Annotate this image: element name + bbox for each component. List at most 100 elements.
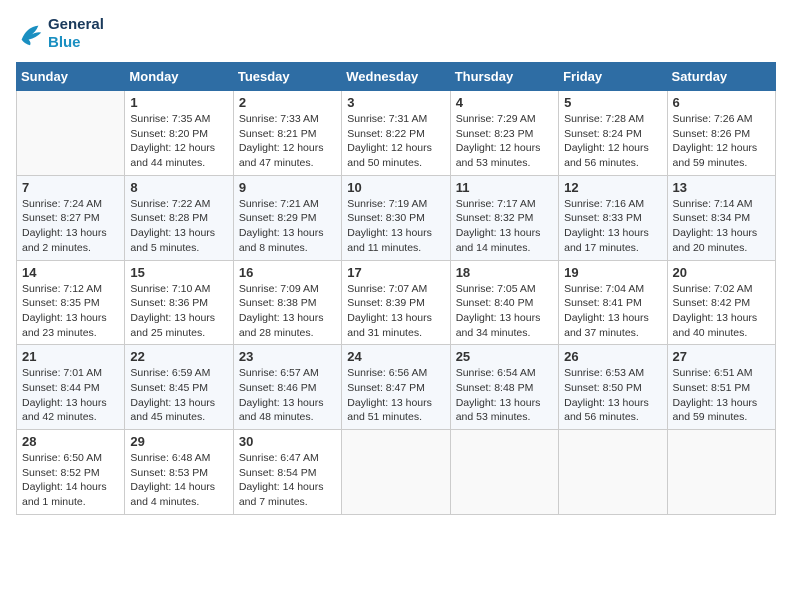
day-number: 3	[347, 95, 444, 110]
calendar-cell	[450, 430, 558, 515]
calendar-cell: 19 Sunrise: 7:04 AM Sunset: 8:41 PM Dayli…	[559, 260, 667, 345]
column-header-saturday: Saturday	[667, 63, 775, 91]
calendar-cell: 1 Sunrise: 7:35 AM Sunset: 8:20 PM Daylig…	[125, 91, 233, 176]
calendar-cell	[667, 430, 775, 515]
day-info: Sunrise: 6:48 AM Sunset: 8:53 PM Dayligh…	[130, 451, 227, 510]
column-header-thursday: Thursday	[450, 63, 558, 91]
day-number: 28	[22, 434, 119, 449]
calendar-cell: 6Sunrise: 7:26 AM Sunset: 8:26 PM Daylig…	[667, 91, 775, 176]
calendar-cell: 22Sunrise: 6:59 AM Sunset: 8:45 PM Dayli…	[125, 345, 233, 430]
calendar-cell: 17 Sunrise: 7:07 AM Sunset: 8:39 PM Dayli…	[342, 260, 450, 345]
day-info: Sunrise: 7:16 AM Sunset: 8:33 PM Dayligh…	[564, 197, 661, 256]
column-header-wednesday: Wednesday	[342, 63, 450, 91]
day-info: Sunrise: 7:04 AM Sunset: 8:41 PM Dayligh…	[564, 282, 661, 341]
day-number: 15	[130, 265, 227, 280]
calendar-cell: 30 Sunrise: 6:47 AM Sunset: 8:54 PM Dayli…	[233, 430, 341, 515]
day-info: Sunrise: 7:35 AM Sunset: 8:20 PM Dayligh…	[130, 112, 227, 171]
day-info: Sunrise: 6:57 AM Sunset: 8:46 PM Dayligh…	[239, 366, 336, 425]
calendar-cell: 7 Sunrise: 7:24 AM Sunset: 8:27 PM Daylig…	[17, 175, 125, 260]
day-info: Sunrise: 6:53 AM Sunset: 8:50 PM Dayligh…	[564, 366, 661, 425]
calendar-cell: 15 Sunrise: 7:10 AM Sunset: 8:36 PM Dayli…	[125, 260, 233, 345]
day-number: 27	[673, 349, 770, 364]
day-info: Sunrise: 7:05 AM Sunset: 8:40 PM Dayligh…	[456, 282, 553, 341]
day-number: 30	[239, 434, 336, 449]
calendar-cell: 9 Sunrise: 7:21 AM Sunset: 8:29 PM Daylig…	[233, 175, 341, 260]
day-info: Sunrise: 7:29 AM Sunset: 8:23 PM Dayligh…	[456, 112, 553, 171]
day-info: Sunrise: 7:12 AM Sunset: 8:35 PM Dayligh…	[22, 282, 119, 341]
day-number: 11	[456, 180, 553, 195]
day-number: 26	[564, 349, 661, 364]
day-number: 1	[130, 95, 227, 110]
day-number: 7	[22, 180, 119, 195]
day-info: Sunrise: 7:19 AM Sunset: 8:30 PM Dayligh…	[347, 197, 444, 256]
calendar-cell	[342, 430, 450, 515]
calendar-cell	[17, 91, 125, 176]
day-number: 20	[673, 265, 770, 280]
calendar-cell: 29 Sunrise: 6:48 AM Sunset: 8:53 PM Dayli…	[125, 430, 233, 515]
calendar-week-row: 21Sunrise: 7:01 AM Sunset: 8:44 PM Dayli…	[17, 345, 776, 430]
calendar-cell: 4 Sunrise: 7:29 AM Sunset: 8:23 PM Daylig…	[450, 91, 558, 176]
column-header-tuesday: Tuesday	[233, 63, 341, 91]
day-info: Sunrise: 6:54 AM Sunset: 8:48 PM Dayligh…	[456, 366, 553, 425]
page-header: General Blue	[16, 16, 776, 52]
calendar-cell: 14 Sunrise: 7:12 AM Sunset: 8:35 PM Dayli…	[17, 260, 125, 345]
day-number: 29	[130, 434, 227, 449]
calendar-cell: 12 Sunrise: 7:16 AM Sunset: 8:33 PM Dayli…	[559, 175, 667, 260]
day-number: 5	[564, 95, 661, 110]
day-number: 9	[239, 180, 336, 195]
calendar-cell: 27 Sunrise: 6:51 AM Sunset: 8:51 PM Dayli…	[667, 345, 775, 430]
calendar-week-row: 14 Sunrise: 7:12 AM Sunset: 8:35 PM Dayli…	[17, 260, 776, 345]
column-header-sunday: Sunday	[17, 63, 125, 91]
calendar-cell: 13 Sunrise: 7:14 AM Sunset: 8:34 PM Dayli…	[667, 175, 775, 260]
calendar-cell: 23 Sunrise: 6:57 AM Sunset: 8:46 PM Dayli…	[233, 345, 341, 430]
calendar-cell: 16Sunrise: 7:09 AM Sunset: 8:38 PM Dayli…	[233, 260, 341, 345]
day-number: 22	[130, 349, 227, 364]
calendar-cell: 10 Sunrise: 7:19 AM Sunset: 8:30 PM Dayli…	[342, 175, 450, 260]
calendar-week-row: 1 Sunrise: 7:35 AM Sunset: 8:20 PM Daylig…	[17, 91, 776, 176]
day-number: 8	[130, 180, 227, 195]
day-info: Sunrise: 7:24 AM Sunset: 8:27 PM Dayligh…	[22, 197, 119, 256]
calendar-cell: 25Sunrise: 6:54 AM Sunset: 8:48 PM Dayli…	[450, 345, 558, 430]
calendar-cell: 3 Sunrise: 7:31 AM Sunset: 8:22 PM Daylig…	[342, 91, 450, 176]
day-number: 23	[239, 349, 336, 364]
calendar-cell: 28Sunrise: 6:50 AM Sunset: 8:52 PM Dayli…	[17, 430, 125, 515]
day-info: Sunrise: 7:07 AM Sunset: 8:39 PM Dayligh…	[347, 282, 444, 341]
calendar-cell: 8 Sunrise: 7:22 AM Sunset: 8:28 PM Daylig…	[125, 175, 233, 260]
calendar-cell: 2Sunrise: 7:33 AM Sunset: 8:21 PM Daylig…	[233, 91, 341, 176]
calendar-cell: 26 Sunrise: 6:53 AM Sunset: 8:50 PM Dayli…	[559, 345, 667, 430]
calendar-cell: 18 Sunrise: 7:05 AM Sunset: 8:40 PM Dayli…	[450, 260, 558, 345]
day-number: 12	[564, 180, 661, 195]
logo-icon	[16, 20, 44, 48]
day-info: Sunrise: 7:14 AM Sunset: 8:34 PM Dayligh…	[673, 197, 770, 256]
column-header-friday: Friday	[559, 63, 667, 91]
calendar-cell: 21Sunrise: 7:01 AM Sunset: 8:44 PM Dayli…	[17, 345, 125, 430]
day-number: 10	[347, 180, 444, 195]
day-info: Sunrise: 6:47 AM Sunset: 8:54 PM Dayligh…	[239, 451, 336, 510]
logo: General Blue	[16, 16, 104, 52]
day-number: 19	[564, 265, 661, 280]
day-number: 14	[22, 265, 119, 280]
day-info: Sunrise: 7:10 AM Sunset: 8:36 PM Dayligh…	[130, 282, 227, 341]
day-info: Sunrise: 7:31 AM Sunset: 8:22 PM Dayligh…	[347, 112, 444, 171]
calendar-cell	[559, 430, 667, 515]
day-number: 17	[347, 265, 444, 280]
calendar-cell: 24Sunrise: 6:56 AM Sunset: 8:47 PM Dayli…	[342, 345, 450, 430]
calendar-week-row: 28Sunrise: 6:50 AM Sunset: 8:52 PM Dayli…	[17, 430, 776, 515]
day-info: Sunrise: 7:21 AM Sunset: 8:29 PM Dayligh…	[239, 197, 336, 256]
day-number: 6	[673, 95, 770, 110]
day-info: Sunrise: 7:22 AM Sunset: 8:28 PM Dayligh…	[130, 197, 227, 256]
day-info: Sunrise: 7:02 AM Sunset: 8:42 PM Dayligh…	[673, 282, 770, 341]
day-number: 24	[347, 349, 444, 364]
calendar-cell: 5 Sunrise: 7:28 AM Sunset: 8:24 PM Daylig…	[559, 91, 667, 176]
day-number: 13	[673, 180, 770, 195]
calendar-table: SundayMondayTuesdayWednesdayThursdayFrid…	[16, 62, 776, 515]
day-info: Sunrise: 6:51 AM Sunset: 8:51 PM Dayligh…	[673, 366, 770, 425]
column-header-monday: Monday	[125, 63, 233, 91]
day-info: Sunrise: 7:28 AM Sunset: 8:24 PM Dayligh…	[564, 112, 661, 171]
calendar-header-row: SundayMondayTuesdayWednesdayThursdayFrid…	[17, 63, 776, 91]
day-number: 18	[456, 265, 553, 280]
calendar-cell: 20 Sunrise: 7:02 AM Sunset: 8:42 PM Dayli…	[667, 260, 775, 345]
day-info: Sunrise: 7:09 AM Sunset: 8:38 PM Dayligh…	[239, 282, 336, 341]
day-info: Sunrise: 7:01 AM Sunset: 8:44 PM Dayligh…	[22, 366, 119, 425]
day-number: 4	[456, 95, 553, 110]
